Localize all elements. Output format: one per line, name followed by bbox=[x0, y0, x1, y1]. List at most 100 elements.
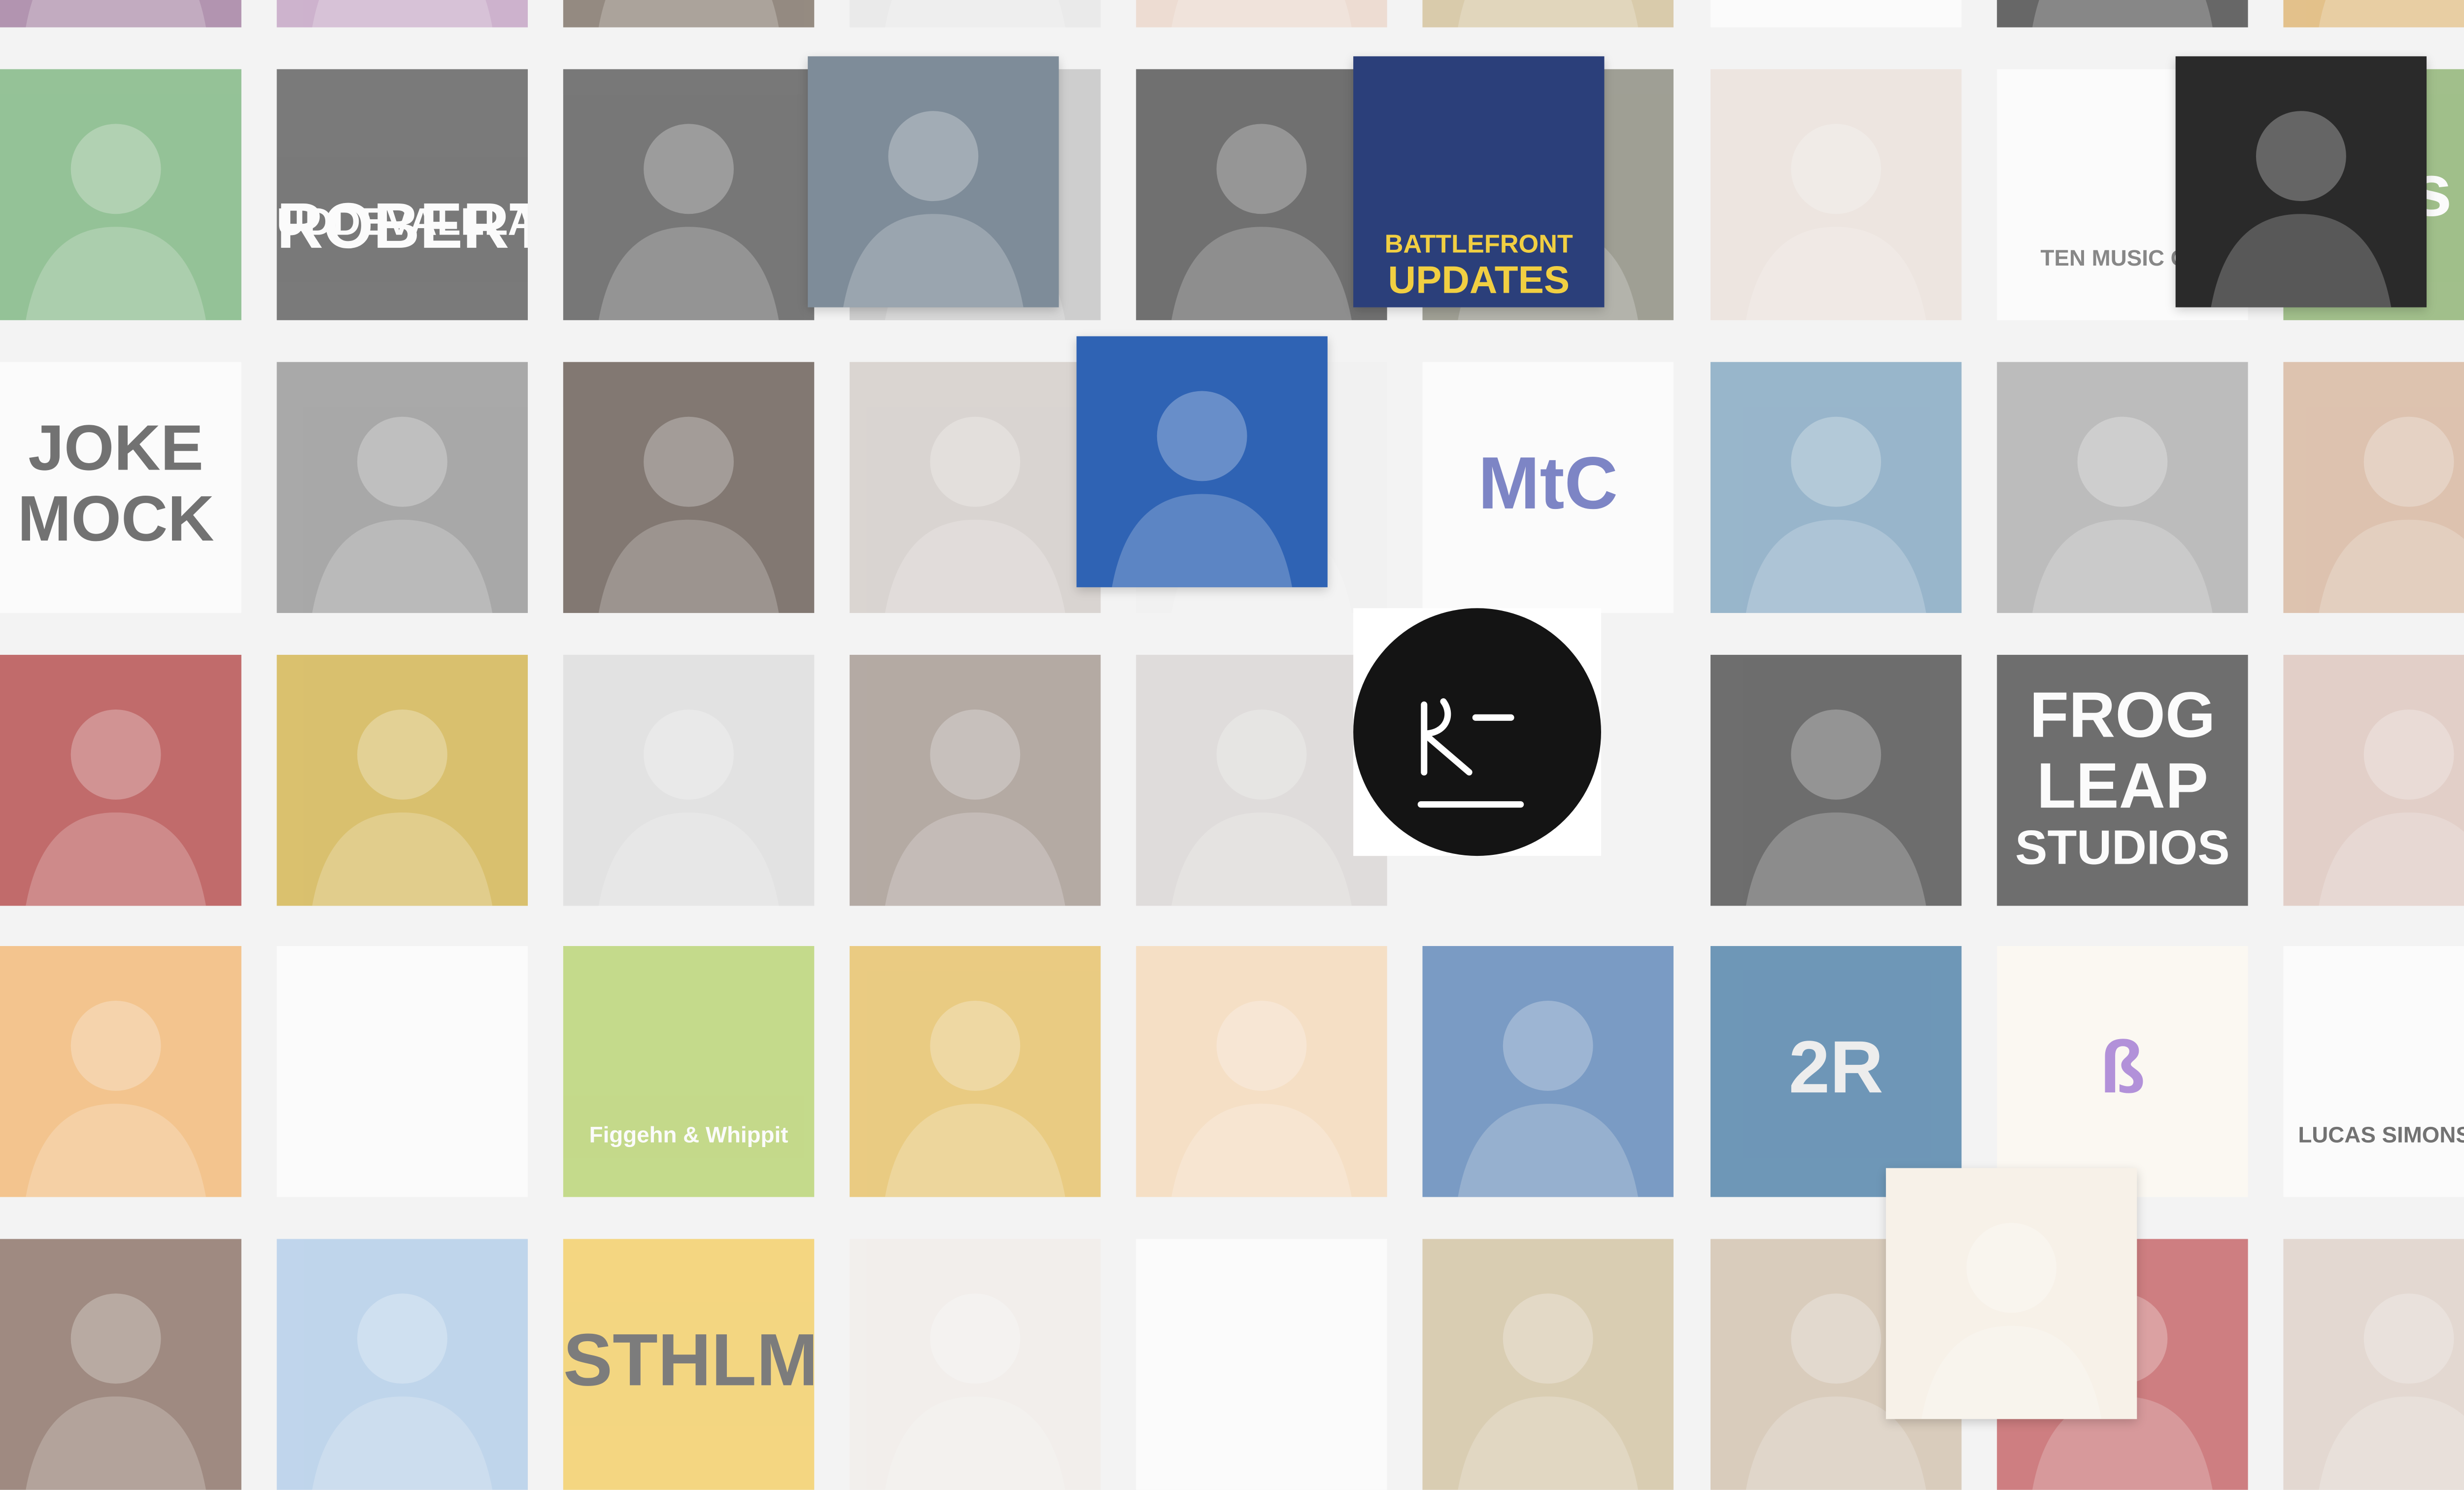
avatar-tile[interactable] bbox=[276, 946, 528, 1197]
avatar-silhouette-icon bbox=[26, 1293, 206, 1490]
brand-logo-icon bbox=[1417, 698, 1524, 808]
avatar-silhouette-icon bbox=[598, 124, 779, 320]
avatar-tile-car[interactable] bbox=[808, 56, 1059, 307]
avatar-silhouette-icon bbox=[598, 0, 779, 28]
avatar-tile[interactable]: STHLM bbox=[563, 1239, 815, 1490]
avatar-tile[interactable] bbox=[0, 654, 241, 906]
avatar-tile[interactable] bbox=[1422, 946, 1674, 1197]
avatar-silhouette-icon bbox=[1745, 709, 1926, 906]
avatar-silhouette-icon bbox=[1112, 391, 1293, 587]
avatar-silhouette-icon bbox=[1171, 1293, 1352, 1490]
avatar-tile[interactable]: Figgehn & Whippit bbox=[563, 946, 815, 1197]
avatar-silhouette-icon bbox=[1458, 1293, 1639, 1490]
avatar-silhouette-icon bbox=[312, 0, 493, 28]
avatar-tile-man-portrait[interactable] bbox=[2175, 56, 2427, 307]
avatar-silhouette-icon bbox=[1171, 0, 1352, 28]
avatar-tile[interactable] bbox=[1711, 362, 1962, 613]
avatar-silhouette-icon bbox=[1745, 416, 1926, 613]
avatar-tile[interactable] bbox=[1711, 654, 1962, 906]
avatar-silhouette-icon bbox=[2319, 1293, 2464, 1490]
avatar-tile-drawing-couple[interactable] bbox=[1885, 1168, 2137, 1419]
avatar-wall: ICK VIKINGUDDEVALLLAROBERTTEN MUSIC GRgs… bbox=[0, 0, 2464, 1490]
avatar-silhouette-icon bbox=[885, 416, 1065, 613]
tile-text: FROG bbox=[2029, 680, 2216, 751]
tile-text: MOCK bbox=[17, 484, 214, 555]
tile-text: ß bbox=[2100, 1024, 2145, 1109]
avatar-tile[interactable] bbox=[0, 69, 241, 320]
avatar-tile[interactable] bbox=[0, 0, 241, 28]
avatar-tile[interactable] bbox=[850, 654, 1101, 906]
avatar-tile[interactable]: FROG LEAP STUDIOS bbox=[1997, 654, 2248, 906]
avatar-silhouette-icon bbox=[312, 1001, 493, 1197]
avatar-silhouette-icon bbox=[1458, 0, 1639, 28]
tile-text: UPDATES bbox=[1388, 259, 1570, 303]
avatar-tile[interactable]: JOKE MOCK bbox=[0, 362, 241, 613]
avatar-silhouette-icon bbox=[2211, 111, 2392, 307]
avatar-silhouette-icon bbox=[1745, 124, 1926, 320]
avatar-silhouette-icon bbox=[312, 709, 493, 906]
avatar-silhouette-icon bbox=[598, 709, 779, 906]
avatar-tile-stormtrooper[interactable]: BATTLEFRONT UPDATES bbox=[1353, 56, 1605, 307]
avatar-silhouette-icon bbox=[2032, 416, 2213, 613]
avatar-tile[interactable] bbox=[2283, 362, 2464, 613]
avatar-tile[interactable] bbox=[0, 1239, 241, 1490]
avatar-silhouette-icon bbox=[312, 1293, 493, 1490]
avatar-tile[interactable] bbox=[1997, 362, 2248, 613]
avatar-tile[interactable] bbox=[276, 0, 528, 28]
avatar-tile[interactable] bbox=[1711, 69, 1962, 320]
avatar-tile[interactable] bbox=[1997, 0, 2248, 28]
avatar-tile[interactable]: ICK VIKING bbox=[1711, 0, 1962, 28]
avatar-tile[interactable] bbox=[563, 69, 815, 320]
avatar-tile[interactable] bbox=[1136, 654, 1387, 906]
avatar-silhouette-icon bbox=[2032, 0, 2213, 28]
avatar-silhouette-icon bbox=[885, 1293, 1065, 1490]
avatar-tile[interactable] bbox=[276, 654, 528, 906]
avatar-tile[interactable]: 2R bbox=[1711, 946, 1962, 1197]
avatar-tile[interactable] bbox=[1136, 946, 1387, 1197]
avatar-tile[interactable] bbox=[850, 362, 1101, 613]
avatar-tile[interactable]: UDDEVALLLA ROBERT bbox=[276, 69, 528, 320]
avatar-tile[interactable] bbox=[850, 1239, 1101, 1490]
avatar-tile[interactable] bbox=[563, 0, 815, 28]
tile-text: STHLM bbox=[563, 1318, 815, 1402]
avatar-silhouette-icon bbox=[885, 709, 1065, 906]
avatar-tile[interactable] bbox=[276, 1239, 528, 1490]
avatar-tile[interactable] bbox=[563, 362, 815, 613]
avatar-tile[interactable] bbox=[1422, 1239, 1674, 1490]
tile-text: Figgehn & Whippit bbox=[589, 1121, 788, 1148]
avatar-tile[interactable] bbox=[2283, 0, 2464, 28]
avatar-silhouette-icon bbox=[2319, 416, 2464, 613]
avatar-silhouette-icon bbox=[2319, 709, 2464, 906]
avatar-silhouette-icon bbox=[26, 1001, 206, 1197]
center-logo[interactable] bbox=[1353, 608, 1601, 856]
avatar-tile[interactable] bbox=[276, 362, 528, 613]
avatar-tile[interactable] bbox=[2283, 654, 2464, 906]
avatar-silhouette-icon bbox=[26, 0, 206, 28]
avatar-tile[interactable] bbox=[1136, 69, 1387, 320]
avatar-silhouette-icon bbox=[312, 416, 493, 613]
avatar-silhouette-icon bbox=[885, 0, 1065, 28]
avatar-tile[interactable] bbox=[563, 654, 815, 906]
tile-text: STUDIOS bbox=[2015, 822, 2230, 876]
avatar-tile[interactable] bbox=[1136, 0, 1387, 28]
tile-text: LUCAS SIMONSSON bbox=[2298, 1121, 2464, 1148]
avatar-tile-cartoon-boy[interactable] bbox=[1076, 336, 1328, 587]
avatar-tile[interactable] bbox=[0, 946, 241, 1197]
tile-text: LEAP bbox=[2036, 751, 2209, 822]
tile-text: ROBERT bbox=[276, 191, 528, 263]
avatar-silhouette-icon bbox=[1171, 124, 1352, 320]
avatar-tile[interactable]: MtC bbox=[1422, 362, 1674, 613]
avatar-tile[interactable] bbox=[1422, 0, 1674, 28]
avatar-silhouette-icon bbox=[2319, 0, 2464, 28]
avatar-tile[interactable]: ß bbox=[1997, 946, 2248, 1197]
tile-text: JOKE bbox=[28, 413, 204, 484]
tile-text: BATTLEFRONT bbox=[1384, 232, 1573, 259]
avatar-tile[interactable] bbox=[850, 946, 1101, 1197]
avatar-tile[interactable]: LUCAS SIMONSSON bbox=[2283, 946, 2464, 1197]
tile-text: 2R bbox=[1788, 1024, 1883, 1109]
avatar-tile[interactable] bbox=[850, 0, 1101, 28]
avatar-silhouette-icon bbox=[26, 709, 206, 906]
avatar-tile[interactable] bbox=[2283, 1239, 2464, 1490]
avatar-silhouette-icon bbox=[26, 124, 206, 320]
avatar-tile[interactable] bbox=[1136, 1239, 1387, 1490]
